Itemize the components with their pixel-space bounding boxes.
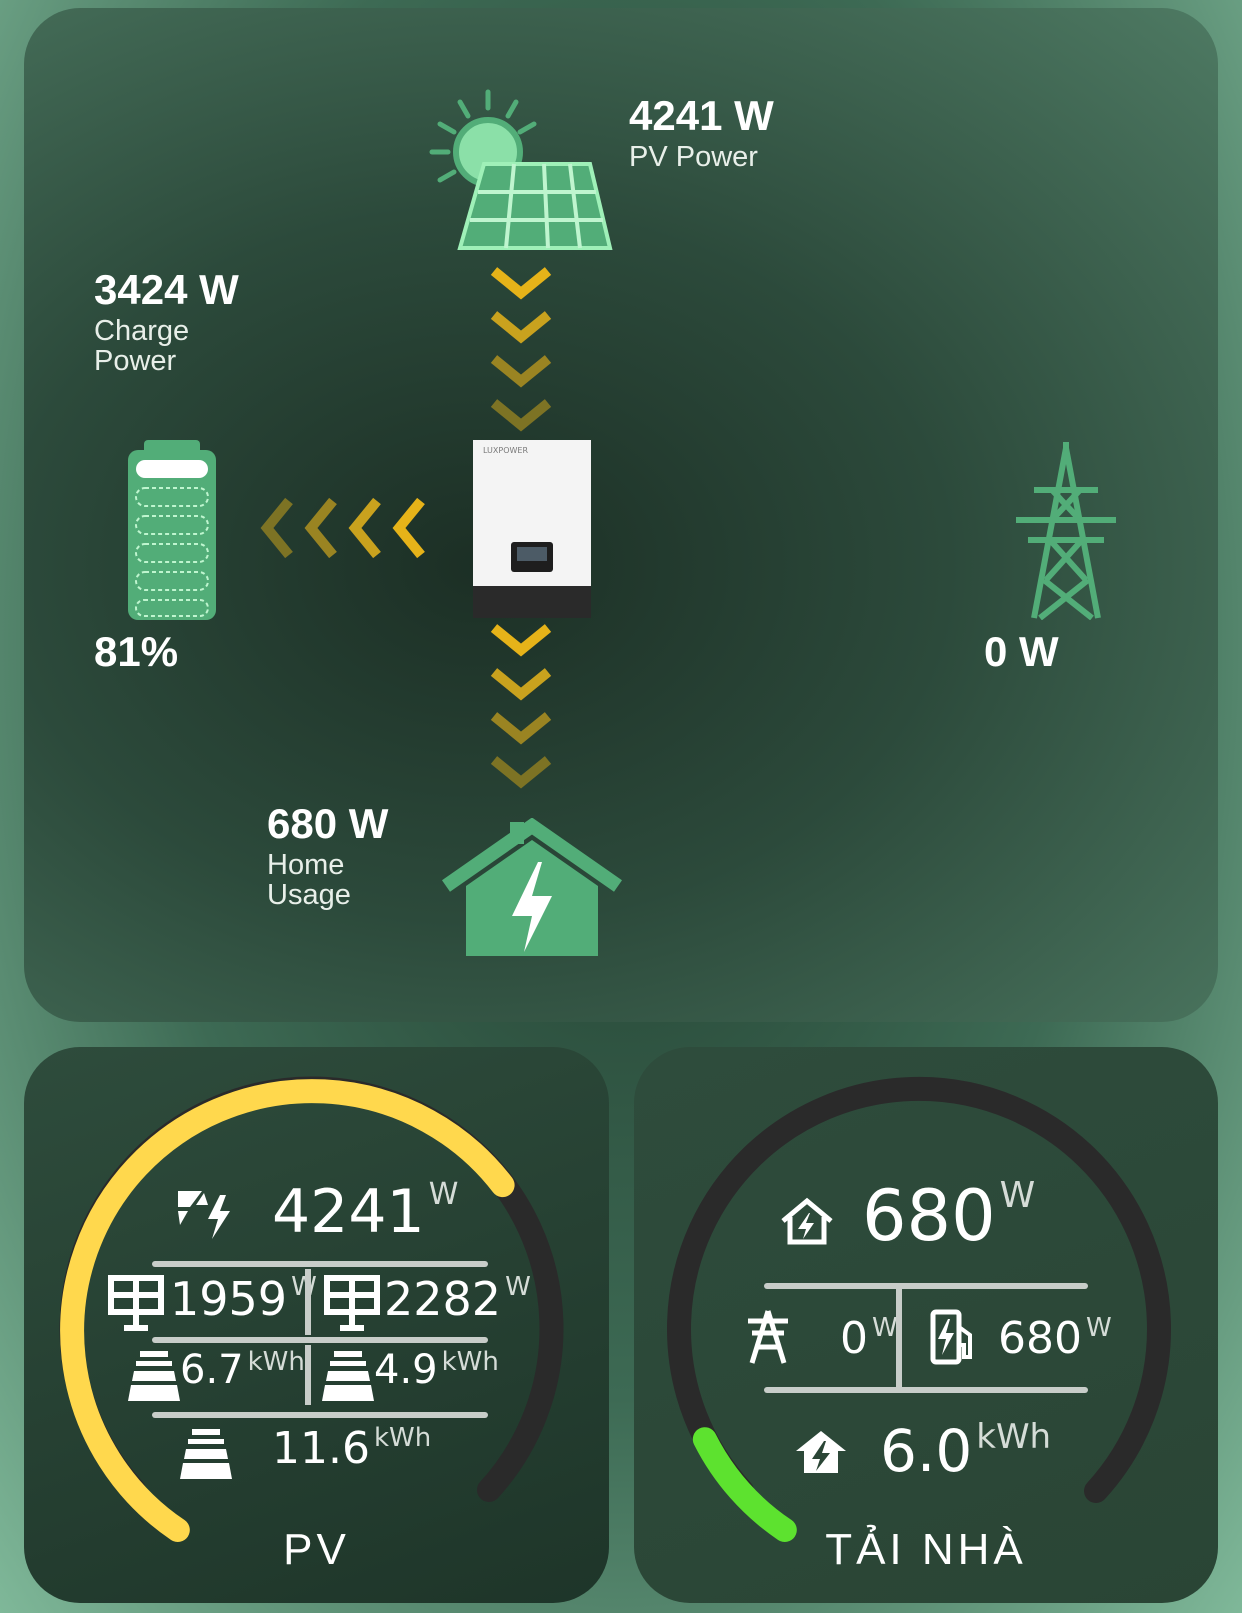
inverter-device[interactable]: LUXPOWER [473,440,591,618]
pv-summary-card[interactable]: 4241 W 1959 W 2282 W 6.7 kWh 4.9 kWh 11.6 kWh … [24,1047,609,1603]
pv-vertical-divider-2 [305,1345,311,1405]
pv-string1-energy-icon [128,1351,180,1401]
battery-soc: 81% [94,628,179,675]
pv-divider-1 [152,1261,488,1267]
load-vertical-divider [896,1283,902,1393]
charge-power-label-line1: Charge [94,315,190,347]
grid-power-load-value: 0W [840,1313,898,1364]
grid-power-icon [748,1310,788,1364]
home-load-card[interactable]: 680 W 0W 680 W 6.0 kWh TẢI NHÀ [634,1047,1218,1603]
load-gauge-fill [692,1427,797,1542]
pv-power-icon [178,1191,230,1239]
home-energy-icon [796,1431,846,1473]
inverter-brand: LUXPOWER [483,446,529,455]
pv-card-title: PV [283,1525,350,1574]
pv-power-value: 4241 W [629,92,774,139]
home-energy-value: 6.0 kWh [880,1417,1052,1485]
pv-divider-3 [152,1412,488,1418]
load-divider-2 [764,1387,1088,1393]
inverter-display [511,542,553,572]
home-power-icon [781,1197,833,1245]
pv-vertical-divider-1 [305,1269,311,1335]
inverter-to-battery-arrows [260,497,425,559]
grid-tower-icon[interactable] [1014,440,1118,620]
pv-string2-power: 2282 W [384,1272,531,1326]
home-power-value: 680 W [862,1175,1036,1257]
pv-string1-icon [108,1275,164,1331]
charge-power-label-line2: Power [94,345,177,377]
load-divider-1 [764,1283,1088,1289]
energy-flow-card: 4241 W PV Power 3424 W Charge Power 81% … [24,8,1218,1022]
pv-string2-energy: 4.9 kWh [374,1347,499,1393]
pv-total-energy-icon [180,1429,232,1479]
pv-string1-energy: 6.7 kWh [180,1347,305,1393]
load-card-title: TẢI NHÀ [825,1525,1027,1574]
battery-icon[interactable] [126,440,218,622]
pv-divider-2 [152,1337,488,1343]
inverter-to-home-arrows [490,624,552,789]
charge-power-value: 3424 W [94,266,239,313]
pv-string1-power: 1959 W [170,1272,317,1326]
pv-to-inverter-arrows [490,267,552,432]
pv-total-power: 4241 W [272,1177,459,1247]
load-gauge [667,1076,1171,1542]
pv-total-energy: 11.6 kWh [272,1423,432,1474]
home-usage-value: 680 W [267,800,389,847]
pv-string2-icon [324,1275,380,1331]
pv-string2-energy-icon [322,1351,374,1401]
ev-power-value: 680 W [998,1313,1112,1364]
solar-panel-icon[interactable] [424,88,644,258]
home-icon[interactable] [442,818,622,958]
pv-power-label: PV Power [629,141,758,173]
home-usage-label-line1: Home [267,849,345,881]
ev-charger-icon [930,1309,972,1365]
grid-power-value: 0 W [984,628,1059,675]
home-usage-label-line2: Usage [267,879,351,911]
